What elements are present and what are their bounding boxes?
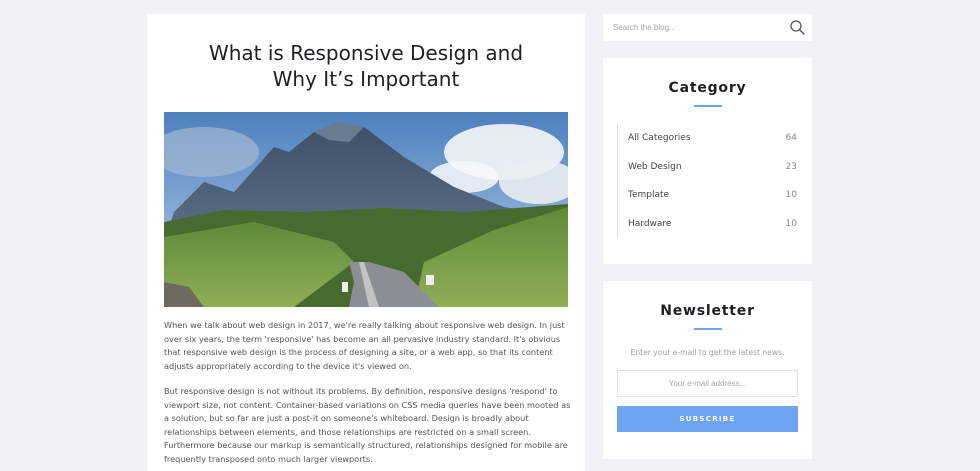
newsletter-title-underline	[693, 328, 722, 330]
category-item-all-categories[interactable]: All Categories 64	[618, 124, 797, 153]
post-title-line-1[interactable]: What is Responsive Design and	[147, 40, 585, 66]
category-label[interactable]: Hardware	[628, 219, 671, 229]
post-title[interactable]: What is Responsive Design and Why It’s I…	[147, 40, 585, 92]
newsletter-title: Newsletter	[660, 303, 755, 319]
search-button[interactable]	[789, 19, 806, 36]
post-title-line-2[interactable]: Why It’s Important	[147, 66, 585, 92]
mountain-road-image	[164, 112, 568, 307]
category-list: All Categories 64 Web Design 23 Template…	[617, 124, 797, 238]
newsletter-widget: Newsletter Enter your e-mail to get the …	[603, 281, 812, 459]
newsletter-email-input[interactable]	[617, 370, 798, 397]
category-item-hardware[interactable]: Hardware 10	[618, 210, 797, 239]
post-paragraph-1: When we talk about web design in 2017, w…	[164, 320, 565, 371]
category-label[interactable]: All Categories	[628, 133, 691, 143]
category-count: 10	[785, 190, 797, 201]
category-count: 64	[785, 133, 797, 144]
search-icon	[790, 20, 805, 35]
category-item-web-design[interactable]: Web Design 23	[618, 153, 797, 182]
category-title: Category	[668, 80, 747, 96]
category-item-template[interactable]: Template 10	[618, 181, 797, 210]
category-count: 10	[785, 218, 797, 229]
blog-post-card: What is Responsive Design and Why It’s I…	[147, 14, 585, 471]
category-count: 23	[785, 161, 797, 172]
search-input[interactable]	[603, 14, 783, 41]
category-widget: Category All Categories 64 Web Design 23…	[603, 58, 812, 264]
newsletter-description: Enter your e-mail to get the latest news…	[630, 348, 785, 357]
blog-search	[603, 14, 812, 41]
post-paragraph-2: But responsive design is not without its…	[164, 386, 571, 464]
subscribe-button[interactable]: SUBSCRIBE	[617, 406, 798, 432]
category-label[interactable]: Template	[628, 190, 669, 200]
category-label[interactable]: Web Design	[628, 162, 682, 172]
post-hero-image	[164, 112, 568, 307]
category-title-underline	[693, 105, 722, 107]
